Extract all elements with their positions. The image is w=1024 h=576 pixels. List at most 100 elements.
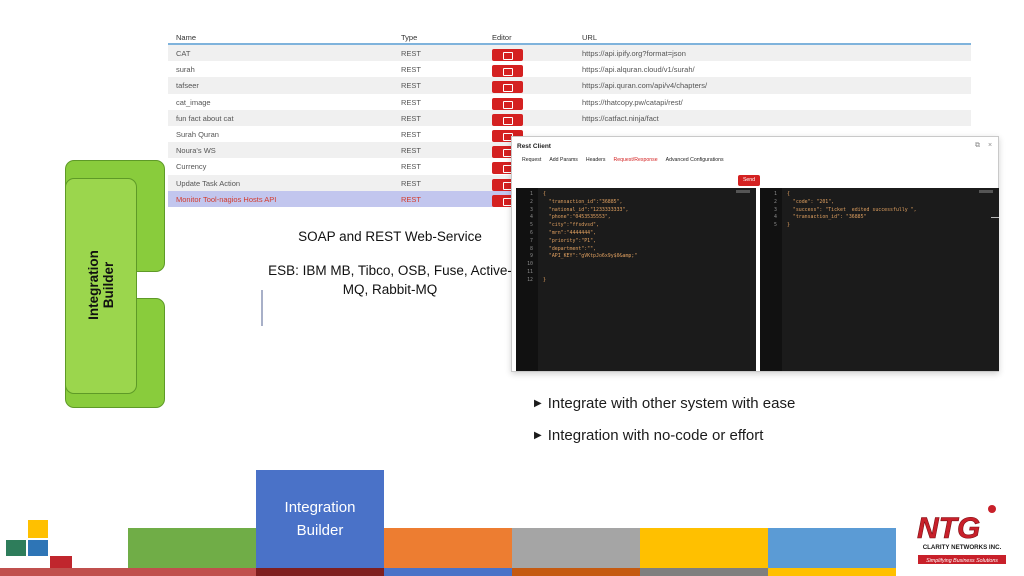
code-text: "city":"ffsdvsd", <box>543 222 599 229</box>
row-type: REST <box>401 178 422 188</box>
logo-brand: NTG <box>917 512 980 545</box>
code-line: 10 <box>516 261 637 269</box>
rest-tab[interactable]: Request/Response <box>613 157 657 163</box>
code-text: "transaction_id":"36885", <box>543 198 623 205</box>
table-header: Name Type Editor URL <box>168 28 971 45</box>
edit-icon[interactable] <box>492 113 523 126</box>
code-text: "phone":"0453535553", <box>543 214 611 221</box>
response-editor[interactable]: 1 {2 "code": "201", 3 "success": "Ticket e… <box>760 188 999 371</box>
code-line: 4 "phone":"0453535553", <box>516 214 637 222</box>
header-name[interactable]: Name <box>176 33 196 42</box>
row-type: REST <box>401 194 422 204</box>
table-row[interactable]: cat_image REST https://thatcopy.pw/catapi/… <box>168 93 971 110</box>
code-text: { <box>787 191 790 197</box>
row-type: REST <box>401 113 422 123</box>
rest-client-title: Rest Client <box>517 143 551 150</box>
request-editor[interactable]: 1{2 "transaction_id":"36885", 3 "national… <box>516 188 756 371</box>
edit-icon[interactable] <box>492 49 523 61</box>
close-icon[interactable]: × <box>988 142 992 149</box>
side-title: Integration Builder <box>86 250 116 320</box>
table-row[interactable]: tafseer REST https://api.quran.com/api/v4/… <box>168 77 971 94</box>
response-cursor-line <box>991 217 999 218</box>
edit-icon[interactable] <box>492 65 523 78</box>
code-text: "national_id":"1233333333", <box>543 206 629 213</box>
code-text: "success": "Ticket edited successfully "… <box>787 206 917 213</box>
row-url: https://api.quran.com/api/v4/chapters/ <box>582 81 708 91</box>
esb-text: ESB: IBM MB, Tibco, OSB, Fuse, Active-MQ… <box>268 263 512 297</box>
line-number: 9 <box>530 253 533 260</box>
rest-tab[interactable]: Advanced Configurations <box>666 157 724 163</box>
deco-square-green <box>6 540 26 556</box>
band-underline <box>768 568 896 576</box>
response-scrollbar[interactable] <box>979 190 993 193</box>
code-text: "code": "201", <box>787 198 835 205</box>
line-number: 1 <box>774 191 777 197</box>
code-line: 7 "priority":"P1", <box>516 238 637 246</box>
band-underline <box>256 568 384 576</box>
feature-bullets: ▶ Integrate with other system with ease ▶… <box>534 395 795 459</box>
row-type: REST <box>401 129 422 139</box>
edit-icon[interactable] <box>492 81 523 94</box>
table-row[interactable]: surah REST https://api.alquran.cloud/v1/su… <box>168 61 971 78</box>
line-number: 3 <box>774 206 777 213</box>
active-section-tab[interactable]: Integration Builder <box>256 470 384 568</box>
band-segment <box>768 528 896 568</box>
band-segment <box>384 528 512 568</box>
band-segment <box>640 528 768 568</box>
rest-tab[interactable]: Headers <box>586 157 606 163</box>
header-url[interactable]: URL <box>582 33 597 42</box>
web-service-text: SOAP and REST Web-Service <box>298 229 482 244</box>
band-underline <box>0 568 128 576</box>
table-row[interactable]: fun fact about cat REST https://catfact.ni… <box>168 109 971 126</box>
line-number: 2 <box>530 198 533 205</box>
row-name[interactable]: Noura's WS <box>176 146 216 155</box>
request-code: 1{2 "transaction_id":"36885", 3 "national… <box>516 191 637 285</box>
code-line: 4 "transaction_id": "36885" <box>760 214 917 222</box>
rest-client-tabs: Request Add Params Headers Request/Response… <box>522 157 732 163</box>
band-underline <box>512 568 640 576</box>
row-name[interactable]: Surah Quran <box>176 130 219 139</box>
row-name[interactable]: tafseer <box>176 81 199 90</box>
line-number: 10 <box>527 261 533 268</box>
row-name[interactable]: fun fact about cat <box>176 114 234 123</box>
code-line: 8 "department":"", <box>516 246 637 254</box>
edit-icon[interactable] <box>492 97 523 110</box>
request-scrollbar[interactable] <box>736 190 750 193</box>
row-name[interactable]: Currency <box>176 162 206 171</box>
maximize-icon[interactable]: ⧉ <box>975 142 980 150</box>
table-row[interactable]: CAT REST https://api.ipify.org?format=json <box>168 45 971 62</box>
bullet-arrow-icon: ▶ <box>534 398 542 409</box>
row-name[interactable]: CAT <box>176 49 190 58</box>
line-number: 11 <box>527 268 533 275</box>
send-button[interactable]: Send <box>738 175 760 186</box>
row-url: https://api.ipify.org?format=json <box>582 49 686 58</box>
row-name[interactable]: Monitor Tool-nagios Hosts API <box>176 195 276 204</box>
rest-tab[interactable]: Request <box>522 157 541 163</box>
logo-dot-icon <box>988 505 996 513</box>
band-segment <box>128 528 256 568</box>
code-line: 2 "code": "201", <box>760 199 917 207</box>
divider <box>261 290 263 326</box>
response-code: 1 {2 "code": "201", 3 "success": "Ticket e… <box>760 191 917 230</box>
code-line: 2 "transaction_id":"36885", <box>516 199 637 207</box>
row-name[interactable]: cat_image <box>176 98 211 107</box>
code-text: } <box>787 222 790 229</box>
code-line: 3 "national_id":"1233333333", <box>516 207 637 215</box>
code-text: "transaction_id": "36885" <box>787 214 867 221</box>
row-type: REST <box>401 162 422 172</box>
row-name[interactable]: surah <box>176 65 195 74</box>
rest-tab[interactable]: Add Params <box>549 157 578 163</box>
code-text: } <box>543 276 546 283</box>
line-number: 3 <box>530 206 533 213</box>
row-type: REST <box>401 146 422 156</box>
row-type: REST <box>401 49 422 58</box>
row-url: https://catfact.ninja/fact <box>582 113 659 123</box>
code-line: 3 "success": "Ticket edited successfully… <box>760 207 917 215</box>
code-line: 5} <box>760 222 917 230</box>
line-number: 6 <box>530 229 533 236</box>
line-number: 7 <box>530 237 533 244</box>
row-name[interactable]: Update Task Action <box>176 179 240 188</box>
header-type[interactable]: Type <box>401 33 417 42</box>
row-type: REST <box>401 81 422 91</box>
header-editor[interactable]: Editor <box>492 33 512 42</box>
